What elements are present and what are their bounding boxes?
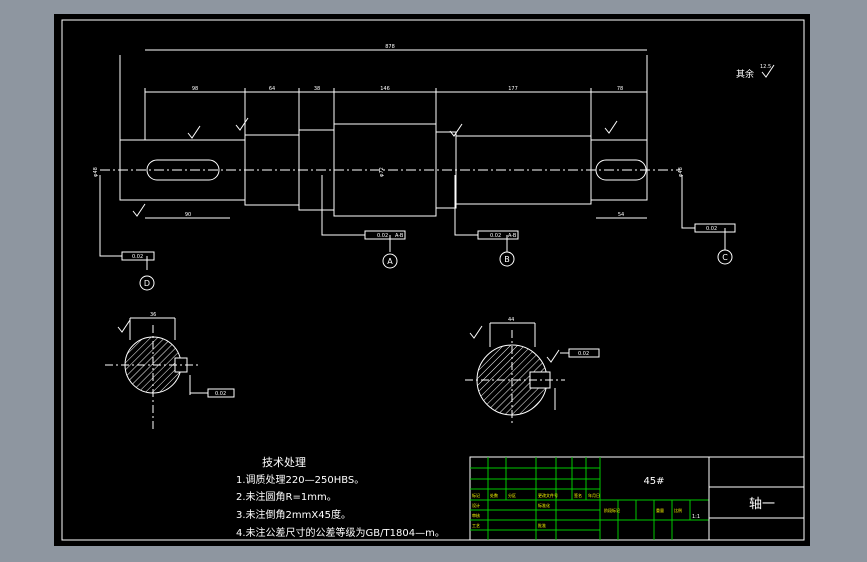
dim-seg3: 38 <box>314 86 320 92</box>
dim-seg5: 177 <box>508 86 518 92</box>
dim-key-right: 54 <box>618 212 624 218</box>
dim-dia-right: φ48 <box>678 167 684 177</box>
tol-6: 0.02 <box>578 351 589 357</box>
tech-item-4: 4.未注公差尺寸的公差等级为GB/T1804—m。 <box>236 526 445 539</box>
cad-viewport[interactable]: 878 98 64 38 146 177 78 90 54 φ48 φ48 φ7… <box>0 0 867 562</box>
tb-part-name: 轴一 <box>749 497 775 512</box>
tb-header-1: 处数 <box>490 492 498 498</box>
dim-seg1: 98 <box>192 86 198 92</box>
tol-1: 0.02 <box>132 254 143 260</box>
shaft-main-view <box>100 49 680 219</box>
section1-width: 36 <box>150 312 156 318</box>
roughness-rest-label: 其余 <box>736 68 754 80</box>
section-view-1: 36 <box>105 312 208 430</box>
tech-item-1: 1.调质处理220—250HBS。 <box>236 474 364 486</box>
tb-header-0: 标记 <box>472 492 480 498</box>
tb-header-4: 签名 <box>574 492 582 498</box>
datum-d: D <box>144 279 150 288</box>
tol-2: 0.02 <box>377 233 388 239</box>
tb-stage-label: 阶段标记 <box>604 507 620 513</box>
tb-header-3: 更改文件号 <box>538 492 558 498</box>
tb-scale-label: 比例 <box>674 507 682 513</box>
datum-c: C <box>722 253 728 262</box>
tb-scale: 1:1 <box>692 514 700 520</box>
tb-role-4: 批准 <box>538 522 546 528</box>
tech-item-3: 3.未注倒角2mmX45度。 <box>236 508 351 521</box>
tb-header-2: 分区 <box>508 492 516 498</box>
tb-weight-label: 重量 <box>656 507 664 513</box>
dim-seg4: 146 <box>380 86 390 92</box>
inner-border <box>61 19 805 541</box>
tb-role-3: 标准化 <box>538 502 550 508</box>
dim-seg6: 78 <box>617 86 623 92</box>
section2-width: 44 <box>508 317 514 323</box>
dim-key-left: 90 <box>185 212 191 218</box>
tb-header-5: 年月日 <box>588 492 600 498</box>
title-block: 标记 处数 分区 更改文件号 签名 年月日 设计 审核 工艺 标准化 批准 阶段… <box>469 456 805 541</box>
tech-requirements: 技术处理 1.调质处理220—250HBS。 2.未注圆角R=1mm。 3.未注… <box>236 456 445 539</box>
tb-role-1: 审核 <box>472 512 480 518</box>
tb-material: 45# <box>643 476 664 487</box>
section-view-2: 44 <box>465 317 569 425</box>
tb-role-0: 设计 <box>472 502 480 508</box>
tol-ref-a: A-B <box>395 233 404 239</box>
roughness-rest-value: 12.5 <box>760 64 771 70</box>
tol-5: 0.02 <box>215 391 226 397</box>
dim-overall: 878 <box>385 44 395 50</box>
tech-item-2: 2.未注圆角R=1mm。 <box>236 490 337 503</box>
tol-3: 0.02 <box>490 233 501 239</box>
tol-ref-b: A-B <box>508 233 517 239</box>
dim-seg2: 64 <box>269 86 275 92</box>
dim-dia-mid: φ72 <box>379 167 385 177</box>
drawing-canvas[interactable]: 878 98 64 38 146 177 78 90 54 φ48 φ48 φ7… <box>0 0 867 562</box>
tol-4: 0.02 <box>706 226 717 232</box>
datum-a: A <box>387 257 393 266</box>
tech-title: 技术处理 <box>262 456 306 469</box>
tb-role-2: 工艺 <box>472 523 480 528</box>
dim-dia-left: φ48 <box>93 167 99 177</box>
datum-b: B <box>504 255 510 264</box>
